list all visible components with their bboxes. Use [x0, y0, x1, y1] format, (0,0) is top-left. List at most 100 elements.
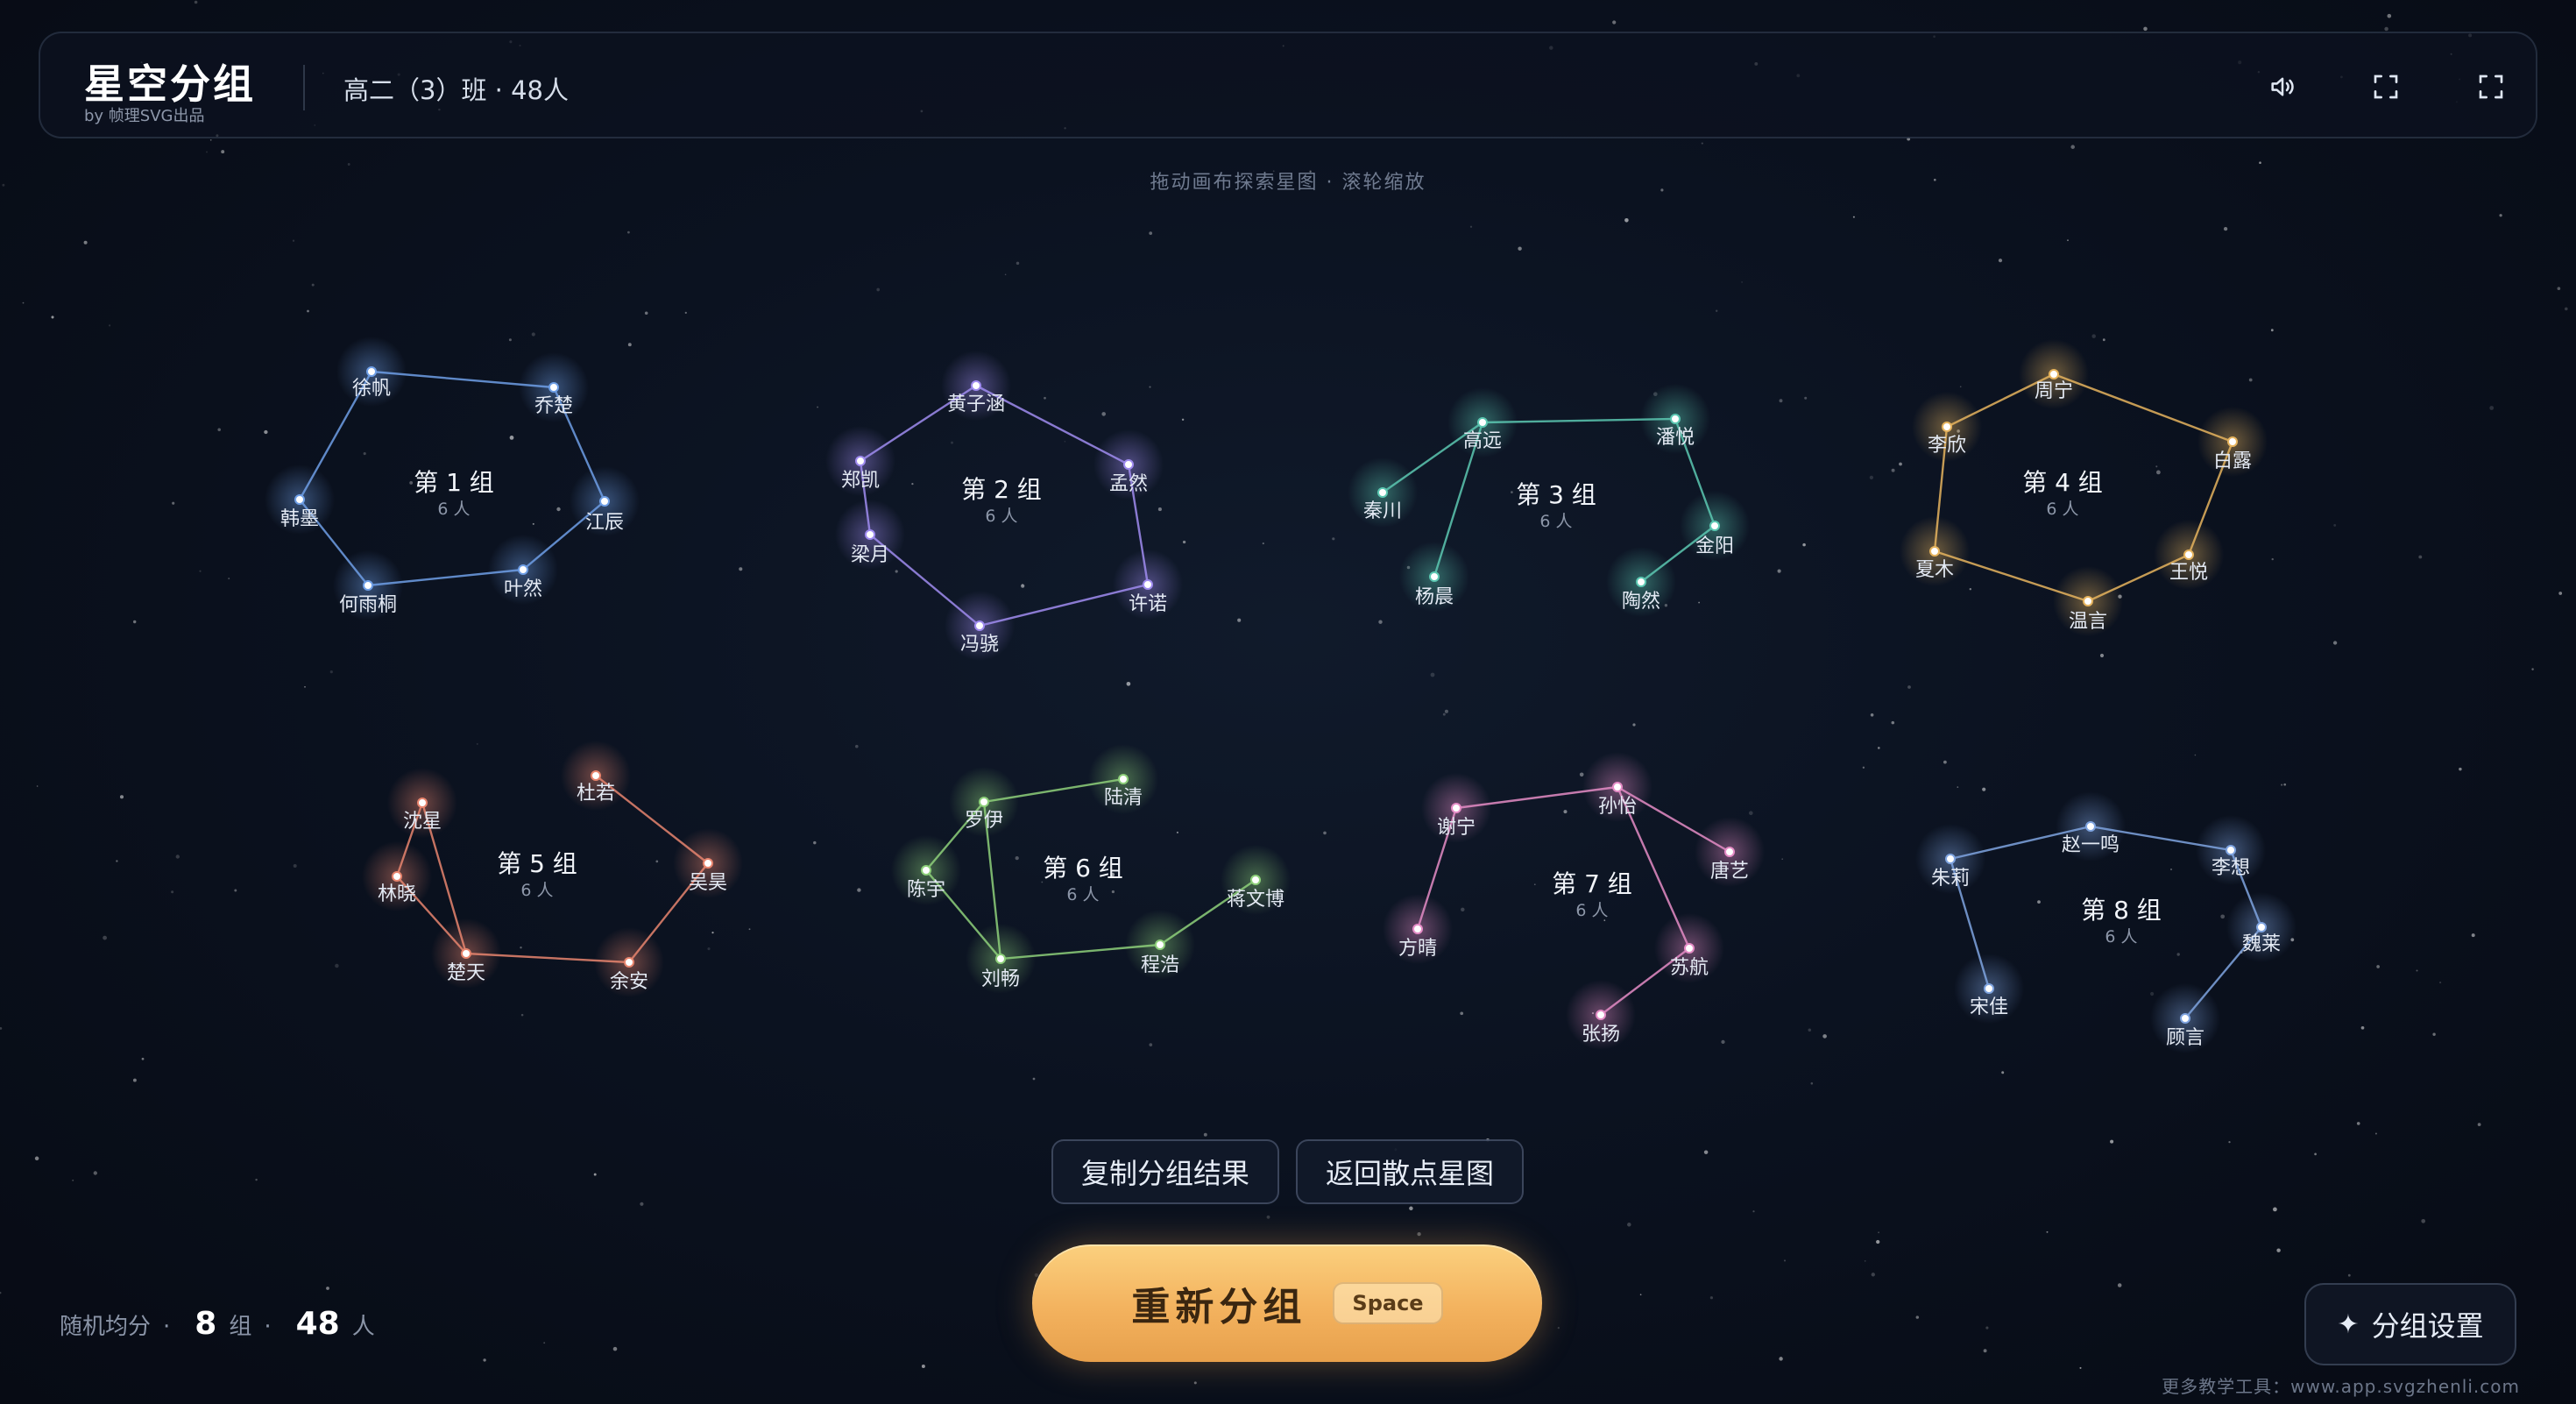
- constellation-group-7[interactable]: 方晴 谢宁 孙怡唐艺苏航张扬 第 7 组 6 人: [1383, 752, 1765, 1050]
- member-star[interactable]: [1724, 847, 1735, 857]
- member-star[interactable]: [599, 496, 610, 507]
- member-name: 乔楚: [534, 395, 573, 417]
- member-name: 叶然: [504, 578, 542, 600]
- footer-link[interactable]: 更多教学工具：www.app.svgzhenli.com: [2162, 1372, 2520, 1398]
- member-star[interactable]: [1477, 417, 1488, 428]
- member-name: 顾言: [2166, 1027, 2204, 1049]
- member-star[interactable]: [392, 871, 402, 882]
- group-settings-button[interactable]: ✦ 分组设置: [2304, 1283, 2516, 1365]
- member-name: 温言: [2069, 611, 2107, 633]
- member-star[interactable]: [2083, 596, 2093, 606]
- member-name: 张扬: [1582, 1024, 1620, 1046]
- member-name: 孟然: [1109, 473, 1148, 495]
- member-star[interactable]: [1118, 774, 1129, 784]
- groups-count: 8: [195, 1306, 217, 1342]
- constellation-group-8[interactable]: 宋佳 朱莉 赵一鸣李想魏莱顾言 第 8 组6 人: [1915, 791, 2296, 1053]
- member-star[interactable]: [2226, 845, 2236, 855]
- member-star[interactable]: [461, 948, 471, 959]
- people-unit: 人: [351, 1314, 375, 1340]
- group-settings-label: 分组设置: [2371, 1309, 2484, 1343]
- constellation-group-5[interactable]: 沈星林晓楚天 余安 吴昊 杜若第 5 组 6 人: [362, 741, 743, 997]
- member-star[interactable]: [366, 366, 377, 377]
- member-star[interactable]: [1155, 940, 1165, 950]
- stats-prefix: 随机均分: [60, 1314, 152, 1340]
- member-star[interactable]: [2085, 821, 2096, 832]
- member-star[interactable]: [1684, 943, 1695, 954]
- member-star[interactable]: [703, 858, 713, 869]
- member-star[interactable]: [1636, 577, 1646, 587]
- member-star[interactable]: [1612, 782, 1623, 792]
- member-name: 杨晨: [1415, 586, 1454, 608]
- member-name: 陆清: [1104, 787, 1143, 809]
- member-star[interactable]: [1596, 1010, 1606, 1020]
- group-count: 6 人: [2105, 927, 2137, 947]
- member-star[interactable]: [865, 529, 875, 540]
- member-star[interactable]: [417, 798, 428, 808]
- member-star[interactable]: [548, 382, 559, 393]
- member-name: 陈宇: [907, 879, 945, 901]
- member-star[interactable]: [1984, 983, 1994, 994]
- member-name: 秦川: [1363, 500, 1402, 522]
- member-star[interactable]: [2049, 369, 2059, 379]
- member-star[interactable]: [855, 456, 866, 466]
- member-name: 夏木: [1915, 559, 1954, 581]
- member-name: 孙怡: [1598, 796, 1637, 818]
- group-name: 第 2 组: [961, 475, 1042, 504]
- member-name: 冯骁: [960, 634, 999, 656]
- group-name: 第 5 组: [497, 849, 577, 878]
- member-star[interactable]: [1123, 459, 1134, 470]
- constellation-group-4[interactable]: 周宁白露王悦温言 夏木 李欣第 4 组 6 人: [1900, 339, 2268, 636]
- constellation-group-1[interactable]: 徐帆乔楚江辰叶然何雨桐 韩墨 第 1 组 6 人: [265, 337, 640, 620]
- member-star[interactable]: [979, 797, 989, 807]
- member-star[interactable]: [921, 865, 931, 876]
- member-star[interactable]: [1709, 521, 1720, 531]
- member-name: 徐帆: [352, 378, 391, 400]
- copy-result-button[interactable]: 复制分组结果: [1051, 1139, 1279, 1204]
- group-count: 6 人: [1066, 885, 1099, 904]
- member-star[interactable]: [1250, 875, 1261, 885]
- member-star[interactable]: [1670, 414, 1681, 424]
- group-name: 第 3 组: [1516, 480, 1596, 509]
- stats-separator: ·: [264, 1314, 272, 1340]
- member-name: 宋佳: [1970, 996, 2008, 1018]
- member-star[interactable]: [1942, 422, 1952, 432]
- member-star[interactable]: [2256, 922, 2267, 932]
- member-star[interactable]: [2227, 436, 2238, 447]
- member-star[interactable]: [518, 564, 528, 575]
- constellation-group-3[interactable]: 秦川杨晨 高远 潘悦金阳陶然 第 3 组 6 人: [1348, 384, 1750, 617]
- member-star[interactable]: [974, 620, 985, 631]
- member-name: 楚天: [447, 962, 485, 984]
- constellation-group-6[interactable]: 陆清罗伊陈宇刘畅 程浩 蒋文博 第 6 组 6 人: [891, 744, 1291, 994]
- member-star[interactable]: [1412, 924, 1423, 934]
- member-name: 梁月: [851, 544, 889, 566]
- member-star[interactable]: [294, 494, 305, 505]
- member-star[interactable]: [1451, 803, 1461, 813]
- member-star[interactable]: [995, 954, 1006, 964]
- regroup-label: 重新分组: [1131, 1285, 1307, 1330]
- back-to-scatter-button[interactable]: 返回散点星图: [1296, 1139, 1524, 1204]
- member-name: 朱莉: [1931, 868, 1970, 890]
- member-star[interactable]: [1429, 571, 1440, 582]
- member-name: 许诺: [1129, 593, 1167, 615]
- member-name: 吴昊: [689, 872, 727, 894]
- member-name: 赵一鸣: [2062, 834, 2120, 856]
- member-star[interactable]: [2183, 550, 2194, 560]
- member-star[interactable]: [624, 957, 634, 968]
- member-star[interactable]: [971, 380, 981, 391]
- constellation-map[interactable]: 徐帆乔楚江辰叶然何雨桐 韩墨 第 1 组 6 人 黄子涵孟然许诺冯骁 梁月 郑凯 第 2 组 6…: [0, 0, 2576, 1404]
- member-name: 白露: [2213, 450, 2252, 472]
- regroup-button[interactable]: 重新分组 Space: [1032, 1244, 1542, 1362]
- member-star[interactable]: [1143, 579, 1153, 590]
- member-star[interactable]: [1929, 546, 1940, 557]
- constellation-group-2[interactable]: 黄子涵孟然许诺冯骁 梁月 郑凯 第 2 组 6 人: [825, 351, 1183, 661]
- member-name: 黄子涵: [947, 394, 1005, 415]
- member-star[interactable]: [2180, 1013, 2190, 1024]
- member-star[interactable]: [1945, 854, 1956, 864]
- groups-unit: 组: [229, 1314, 252, 1340]
- member-star[interactable]: [1377, 487, 1388, 498]
- people-count: 48: [295, 1306, 340, 1342]
- group-count: 6 人: [2046, 500, 2078, 519]
- member-star[interactable]: [591, 770, 601, 781]
- member-star[interactable]: [363, 580, 373, 591]
- group-name: 第 1 组: [414, 468, 494, 497]
